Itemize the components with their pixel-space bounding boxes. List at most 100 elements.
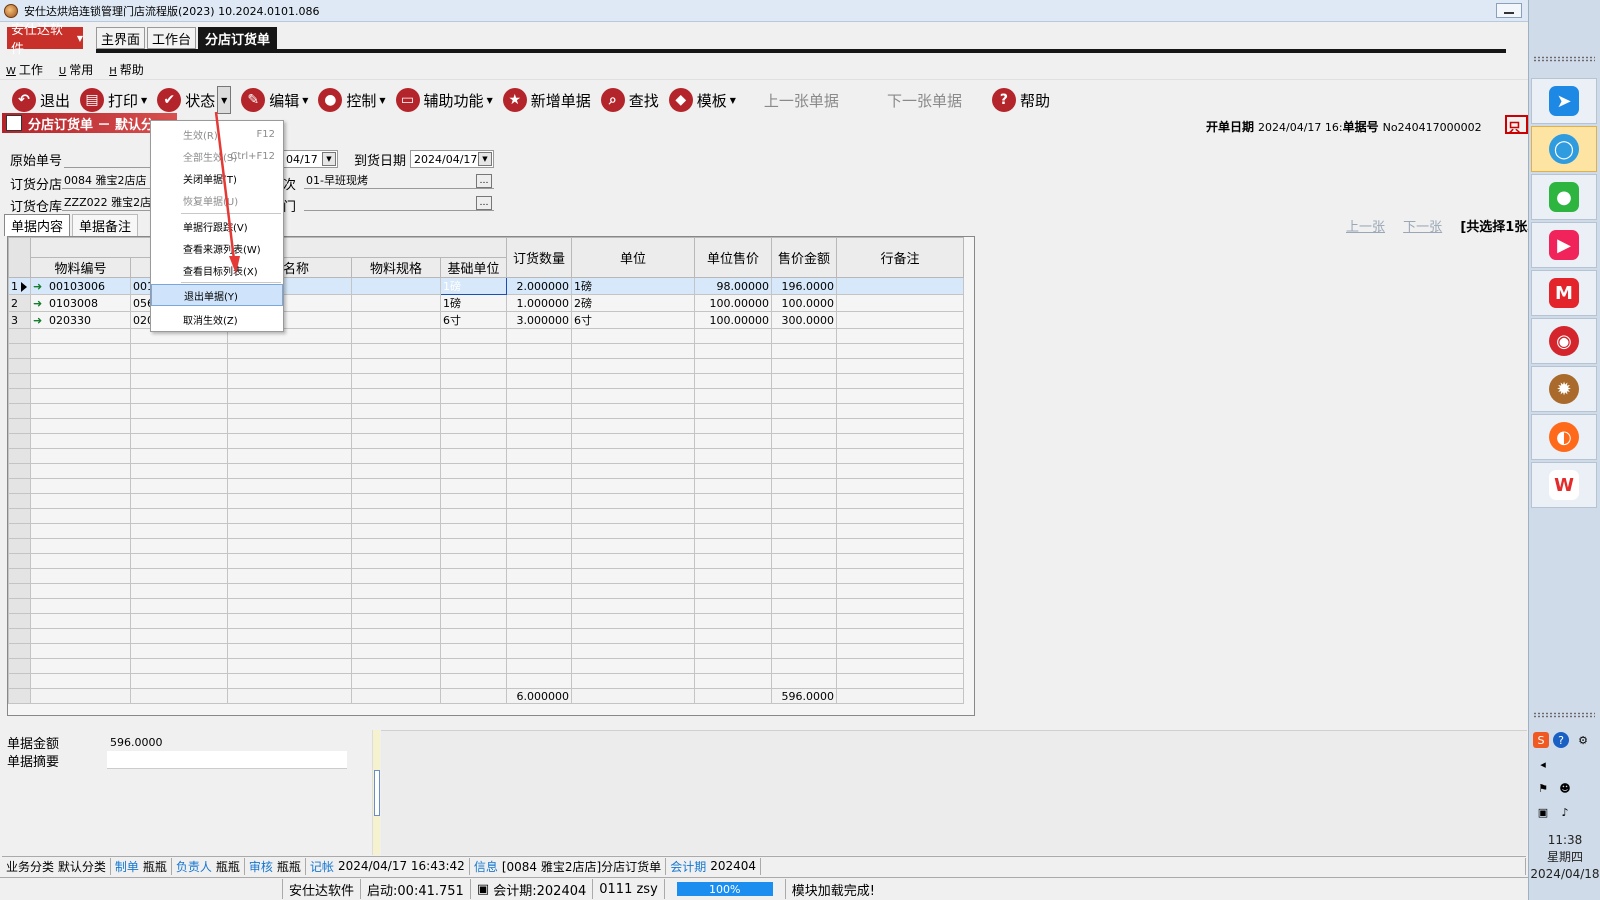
table-row[interactable] <box>8 433 964 449</box>
grid-cell[interactable] <box>440 373 507 389</box>
cell-order-qty[interactable]: 2.000000 <box>506 277 572 295</box>
grid-cell[interactable] <box>771 463 837 479</box>
minimize-button[interactable] <box>1496 3 1522 18</box>
grid-cell[interactable] <box>571 508 695 524</box>
grid-cell[interactable] <box>836 613 964 629</box>
grid-cell[interactable] <box>771 448 837 464</box>
grid-cell[interactable] <box>571 403 695 419</box>
pane-splitter[interactable] <box>372 730 380 855</box>
settings-tray-icon[interactable]: ⚙ <box>1575 732 1591 748</box>
grid-cell[interactable] <box>440 523 507 539</box>
grid-cell[interactable] <box>30 373 131 389</box>
menu-item-source-list[interactable]: 查看来源列表(W) <box>151 237 283 259</box>
cell-item-code[interactable]: ➜ 0103008 <box>30 294 131 312</box>
grid-cell[interactable] <box>440 568 507 584</box>
grid-cell[interactable] <box>30 523 131 539</box>
grid-cell[interactable] <box>694 493 772 509</box>
grid-cell[interactable] <box>506 643 572 659</box>
grid-cell[interactable] <box>351 643 441 659</box>
system-clock[interactable]: 11:38 星期四 2024/04/18 <box>1529 832 1600 883</box>
grid-cell[interactable] <box>836 358 964 374</box>
grid-cell[interactable] <box>130 523 228 539</box>
summary-memo-field[interactable] <box>107 751 347 769</box>
grid-cell[interactable] <box>130 343 228 359</box>
find-button[interactable]: ⌕ 查找 <box>600 86 659 114</box>
template-button[interactable]: ◆ 模板 ▼ <box>668 86 736 114</box>
grid-cell[interactable] <box>506 508 572 524</box>
grid-cell[interactable] <box>227 343 352 359</box>
grid-cell[interactable] <box>836 493 964 509</box>
table-row[interactable] <box>8 388 964 404</box>
menu-item-restore-doc[interactable]: 恢复单据(U) <box>151 189 283 211</box>
grid-cell[interactable] <box>30 583 131 599</box>
grid-cell[interactable] <box>130 583 228 599</box>
table-row[interactable] <box>8 478 964 494</box>
grid-cell[interactable] <box>571 328 695 344</box>
grid-cell[interactable] <box>506 673 572 689</box>
grid-cell[interactable] <box>771 418 837 434</box>
grid-cell[interactable] <box>571 373 695 389</box>
grid-cell[interactable] <box>771 403 837 419</box>
grid-cell[interactable] <box>30 598 131 614</box>
splitter-grip[interactable] <box>374 770 380 816</box>
menu-item-activate[interactable]: 生效(R) F12 <box>151 123 283 145</box>
grid-cell[interactable] <box>440 358 507 374</box>
grid-cell[interactable] <box>227 448 352 464</box>
grid-cell[interactable] <box>771 598 837 614</box>
grid-cell[interactable] <box>571 463 695 479</box>
chevron-left-icon[interactable]: ◂ <box>1535 756 1551 772</box>
menu-common[interactable]: U 常用 <box>59 61 93 78</box>
menu-item-target-list[interactable]: 查看目标列表(X) <box>151 259 283 281</box>
taskbar-app-globe[interactable]: ◉ <box>1531 318 1597 364</box>
grid-cell[interactable] <box>130 493 228 509</box>
grid-cell[interactable] <box>694 598 772 614</box>
control-button[interactable]: ● 控制 ▼ <box>318 86 386 114</box>
grid-cell[interactable] <box>771 643 837 659</box>
status-dropdown-toggle[interactable]: ▼ <box>217 86 232 114</box>
grid-cell[interactable] <box>771 343 837 359</box>
grid-cell[interactable] <box>130 448 228 464</box>
grid-cell[interactable] <box>227 598 352 614</box>
grid-cell[interactable] <box>694 418 772 434</box>
grid-cell[interactable] <box>130 598 228 614</box>
grid-cell[interactable] <box>506 613 572 629</box>
table-row[interactable] <box>8 658 964 674</box>
grid-cell[interactable] <box>351 478 441 494</box>
next-page-link[interactable]: 下一张 <box>1403 220 1442 235</box>
grid-cell[interactable] <box>694 613 772 629</box>
grid-cell[interactable] <box>771 478 837 494</box>
grid-cell[interactable] <box>836 553 964 569</box>
grid-cell[interactable] <box>694 568 772 584</box>
print-button[interactable]: ▤ 打印 ▼ <box>80 86 147 114</box>
tab-main-screen[interactable]: 主界面 <box>96 27 146 49</box>
grid-cell[interactable] <box>506 628 572 644</box>
next-doc-button[interactable]: 下一张单据 <box>887 86 962 114</box>
cell-amount[interactable]: 196.0000 <box>771 277 837 295</box>
grid-cell[interactable] <box>771 493 837 509</box>
grid-cell[interactable] <box>30 358 131 374</box>
grid-cell[interactable] <box>836 598 964 614</box>
cell-item-spec[interactable] <box>351 277 441 295</box>
grid-cell[interactable] <box>351 583 441 599</box>
grid-cell[interactable] <box>694 673 772 689</box>
grid-cell[interactable] <box>30 553 131 569</box>
exit-button[interactable]: ↶ 退出 <box>12 86 70 114</box>
grid-cell[interactable] <box>771 673 837 689</box>
grid-cell[interactable] <box>506 343 572 359</box>
table-row[interactable] <box>8 418 964 434</box>
grid-cell[interactable] <box>836 388 964 404</box>
grid-cell[interactable] <box>351 568 441 584</box>
grid-cell[interactable] <box>30 388 131 404</box>
cell-order-qty[interactable]: 1.000000 <box>506 294 572 312</box>
grid-cell[interactable] <box>771 613 837 629</box>
order-date-field[interactable]: 04/17 ▼ <box>282 150 338 168</box>
menu-item-line-trace[interactable]: 单据行跟踪(V) <box>151 215 283 237</box>
grid-cell[interactable] <box>30 658 131 674</box>
chevron-down-icon[interactable]: ▼ <box>478 152 492 166</box>
grid-cell[interactable] <box>440 598 507 614</box>
grid-cell[interactable] <box>506 523 572 539</box>
grid-cell[interactable] <box>440 673 507 689</box>
grid-cell[interactable] <box>771 388 837 404</box>
grid-cell[interactable] <box>30 613 131 629</box>
grid-cell[interactable] <box>771 433 837 449</box>
